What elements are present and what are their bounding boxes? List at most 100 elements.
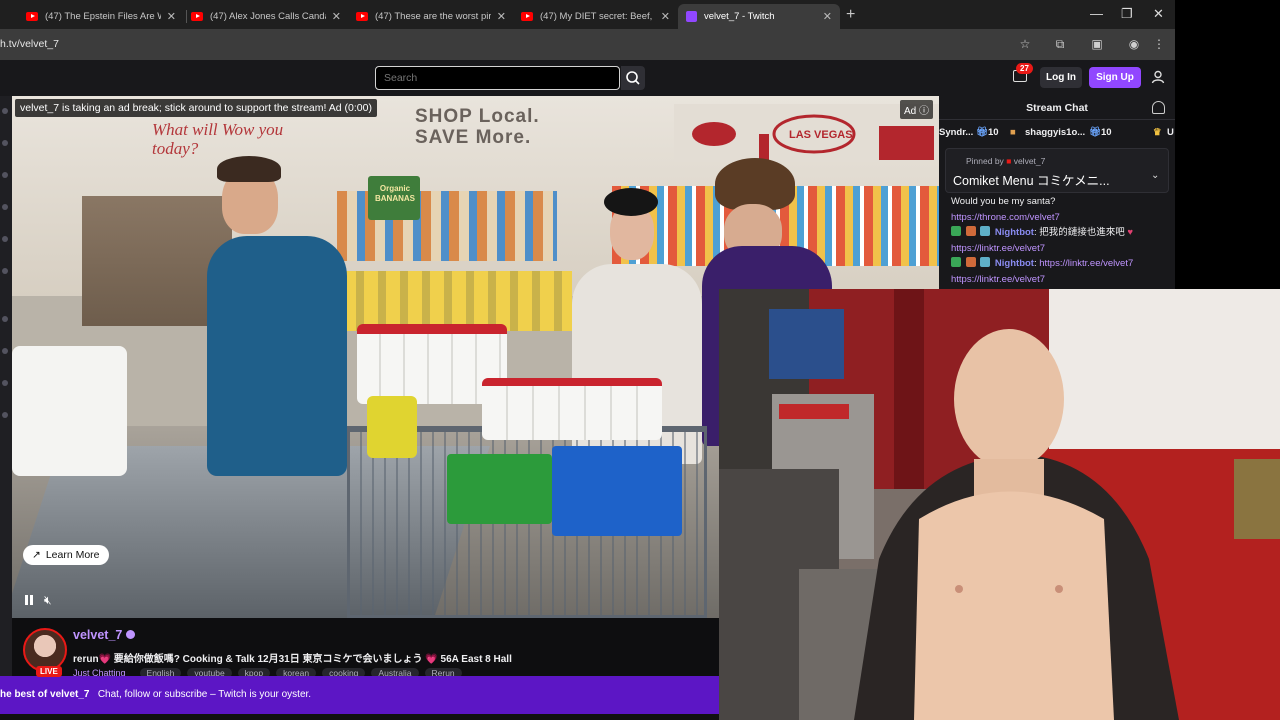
pinned-message[interactable]: Pinned by ■ velvet_7 Comiket Menu コミケメニ.… (945, 148, 1169, 193)
sidebar-channel-icon[interactable] (2, 140, 8, 146)
search-input[interactable] (375, 66, 620, 90)
tab-title: (47) The Epstein Files Are Way W (45, 11, 161, 22)
close-icon[interactable]: ✕ (823, 10, 832, 23)
live-badge: LIVE (36, 666, 62, 677)
info-icon[interactable]: ⓘ (919, 106, 929, 117)
cast-icon[interactable]: ▣ (1090, 37, 1104, 51)
volume-muted-icon[interactable]: 🔇︎ (44, 593, 52, 608)
bot-badge-icon (965, 226, 976, 236)
message-text: : 把我的鏈接也進來吧 (1033, 227, 1125, 238)
tab-title: (47) These are the worst pirated (375, 11, 491, 22)
chat-messages: Would you be my santa? https://throne.co… (951, 194, 1173, 287)
chat-message: https://throne.com/velvet7 (951, 210, 1173, 226)
crown-icon: ♛ (1153, 127, 1162, 138)
sidebar-channel-icon[interactable] (2, 348, 8, 354)
search-button[interactable] (621, 66, 645, 90)
organic-bananas-label: Organic BANANAS (375, 184, 415, 203)
moderator-badge-icon (951, 226, 961, 236)
signup-button[interactable]: Sign Up (1089, 67, 1141, 88)
store-sign-vegas: LAS VEGAS (789, 129, 853, 141)
twitch-icon (686, 11, 697, 22)
pause-icon[interactable] (24, 595, 35, 605)
message-link[interactable]: https://linktr.ee/velvet7 (951, 274, 1045, 285)
banner-body: Chat, follow or subscribe – Twitch is yo… (97, 689, 312, 700)
sidebar-channel-icon[interactable] (2, 268, 8, 274)
ad-badge-label: Ad (904, 106, 917, 117)
sidebar-channel-icon[interactable] (2, 204, 8, 210)
external-link-icon: ↗ (32, 549, 41, 561)
chat-username[interactable]: Nightbot (995, 227, 1034, 238)
ad-break-message: velvet_7 is taking an ad break; stick ar… (15, 99, 377, 117)
browser-tab-bar: (47) The Epstein Files Are Way W ✕ (47) … (0, 0, 1175, 29)
leader-name: U (1167, 127, 1174, 138)
ad-badge[interactable]: Ad ⓘ (900, 100, 934, 119)
login-button[interactable]: Log In (1040, 67, 1082, 88)
message-link[interactable]: https://throne.com/velvet7 (951, 212, 1060, 223)
chat-message: Would you be my santa? (951, 194, 1173, 210)
sidebar-channel-icon[interactable] (2, 316, 8, 322)
sidebar-channel-icon[interactable] (2, 108, 8, 114)
bot-badge-icon (965, 257, 976, 267)
signup-banner[interactable]: he best of velvet_7 Chat, follow or subs… (0, 676, 720, 714)
browser-tab[interactable]: (47) Alex Jones Calls Candace O ✕ (183, 4, 349, 29)
grocery-bag (12, 346, 127, 476)
sidebar-channel-icon[interactable] (2, 380, 8, 386)
url-text[interactable]: h.tv/velvet_7 (0, 38, 59, 50)
message-link[interactable]: https://linktr.ee/velvet7 (1039, 258, 1133, 269)
close-icon[interactable]: ✕ (497, 10, 506, 23)
minimize-icon[interactable]: — (1090, 6, 1103, 21)
browser-tab-active[interactable]: velvet_7 - Twitch ✕ (678, 4, 840, 29)
banner-text: he best of velvet_7 Chat, follow or subs… (0, 689, 311, 700)
close-icon[interactable]: ✕ (661, 10, 670, 23)
tab-title: (47) Alex Jones Calls Candace O (210, 11, 326, 22)
youtube-icon (191, 12, 203, 21)
vip-badge-icon (980, 226, 991, 236)
man-blue-shirt (207, 236, 347, 476)
sidebar-channel-icon[interactable] (2, 172, 8, 178)
twitch-top-nav (0, 60, 1175, 96)
close-icon[interactable]: ✕ (332, 10, 341, 23)
browser-tab[interactable]: (47) My DIET secret: Beef, Rice, ✕ (513, 4, 678, 29)
youtube-icon (26, 12, 38, 21)
pinned-user: velvet_7 (1013, 156, 1046, 166)
learn-more-button[interactable]: ↗ Learn More (23, 545, 109, 565)
close-icon[interactable]: ✕ (167, 10, 176, 23)
profile-icon[interactable]: ◉ (1127, 37, 1141, 51)
channel-name[interactable]: velvet_7 (73, 628, 122, 642)
youtube-icon (521, 12, 533, 21)
webcam-overlay (719, 289, 1280, 720)
browser-tab[interactable]: (47) The Epstein Files Are Way W ✕ (18, 4, 184, 29)
browser-tab[interactable]: (47) These are the worst pirated ✕ (348, 4, 514, 29)
bookmark-star-icon[interactable]: ☆ (1018, 37, 1032, 51)
window-close-icon[interactable]: ✕ (1153, 6, 1164, 22)
channel-info: LIVE velvet_7 rerun💗 要給你做飯嗎? Cooking & T… (12, 618, 719, 678)
user-icon[interactable] (1151, 70, 1165, 84)
address-bar[interactable]: h.tv/velvet_7 ☆ ⧉ ▣ ◉ ⋮ (0, 29, 1175, 60)
leader-count: 10 (988, 127, 999, 138)
yellow-cup (367, 396, 417, 458)
extensions-icon[interactable]: ⧉ (1053, 37, 1067, 51)
sidebar-channel-icon[interactable] (2, 412, 8, 418)
menu-dots-icon[interactable]: ⋮ (1152, 37, 1166, 51)
tab-title: (47) My DIET secret: Beef, Rice, (540, 11, 655, 22)
restore-icon[interactable]: ❐ (1121, 6, 1133, 22)
leader-name: shaggyis1o... (1025, 127, 1086, 138)
search-icon (626, 71, 640, 85)
message-link[interactable]: https://linktr.ee/velvet7 (951, 243, 1045, 254)
blue-tote-bag (552, 446, 682, 536)
stream-title: rerun💗 要給你做飯嗎? Cooking & Talk 12月31日 東京コ… (73, 654, 512, 665)
pinned-by-text: Pinned by (966, 156, 1004, 166)
chat-leaderboard[interactable]: Syndr... 🎁︎ 10 ■ shaggyis1o... 🎁︎ 10 ♛ U (939, 124, 1175, 142)
community-icon[interactable] (1152, 101, 1165, 114)
green-tote-bag (447, 454, 552, 524)
vip-badge-icon (980, 257, 991, 267)
youtube-icon (356, 12, 368, 21)
chevron-down-icon[interactable]: ⌄ (1151, 170, 1159, 181)
chat-username[interactable]: Nightbot (995, 258, 1034, 269)
left-sidebar-collapsed (0, 96, 12, 676)
sidebar-channel-icon[interactable] (2, 236, 8, 242)
banana-display (342, 271, 572, 331)
store-sign-wow: What will Wow you today? (152, 120, 284, 158)
new-tab-button[interactable]: + (846, 6, 855, 24)
chat-message: https://linktr.ee/velvet7 (951, 241, 1173, 257)
